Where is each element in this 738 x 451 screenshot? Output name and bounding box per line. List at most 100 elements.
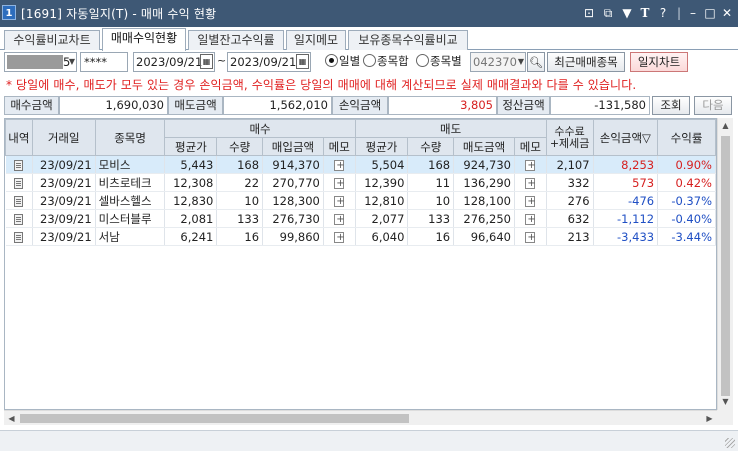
col-sell-qty[interactable]: 수량 bbox=[407, 137, 455, 156]
layout-icon[interactable]: ⊡ bbox=[582, 5, 596, 21]
sell-memo-cell[interactable] bbox=[514, 191, 547, 210]
buy-memo-cell[interactable] bbox=[323, 227, 356, 246]
radio-stock-sum[interactable] bbox=[363, 54, 376, 67]
col-rate[interactable]: 수익률 bbox=[657, 119, 716, 156]
table-row[interactable]: 23/09/21 미스터블루 2,081 133 276,730 2,077 1… bbox=[5, 209, 716, 228]
col-buy-avg[interactable]: 평균가 bbox=[164, 137, 218, 156]
buy-avg-cell: 5,443 bbox=[164, 155, 218, 174]
sell-memo-cell[interactable] bbox=[514, 155, 547, 174]
col-sell-amt[interactable]: 매도금액 bbox=[453, 137, 515, 156]
buy-avg-cell: 12,308 bbox=[164, 173, 218, 192]
sell-qty-cell: 16 bbox=[407, 227, 455, 246]
table-row[interactable]: 23/09/21 서남 6,241 16 99,860 6,040 16 96,… bbox=[5, 227, 716, 246]
memo-add-icon[interactable] bbox=[334, 194, 345, 209]
radio-daily[interactable] bbox=[325, 54, 338, 67]
search-icon: 🔍︎ bbox=[529, 56, 543, 69]
memo-add-icon[interactable] bbox=[334, 230, 345, 245]
title-bar: 1 [1691] 자동일지(T) - 매매 수익 현황 ⊡ ⧉ ▼ T ? | … bbox=[0, 0, 738, 27]
detail-cell[interactable] bbox=[5, 191, 33, 210]
horizontal-scroll-thumb[interactable] bbox=[20, 414, 409, 423]
memo-add-icon[interactable] bbox=[525, 230, 536, 245]
col-buy-qty[interactable]: 수량 bbox=[216, 137, 264, 156]
memo-add-icon[interactable] bbox=[525, 158, 536, 173]
radio-daily-label: 일별 bbox=[339, 54, 361, 68]
next-button[interactable]: 다음 bbox=[694, 96, 732, 115]
table-row[interactable]: 23/09/21 모비스 5,443 168 914,370 5,504 168… bbox=[5, 155, 716, 174]
journal-chart-button[interactable]: 일지차트 bbox=[630, 52, 688, 72]
vertical-scroll-thumb[interactable] bbox=[721, 136, 730, 396]
buy-memo-cell[interactable] bbox=[323, 191, 356, 210]
calendar-icon[interactable]: ▦ bbox=[296, 54, 309, 69]
tab-holdings-return-comparison[interactable]: 보유종목수익률비교 bbox=[348, 30, 468, 50]
tab-trade-profit-status[interactable]: 매매수익현황 bbox=[102, 28, 186, 51]
fee-cell: 332 bbox=[546, 173, 594, 192]
tab-daily-balance-return[interactable]: 일별잔고수익률 bbox=[188, 30, 284, 50]
resize-grip-icon[interactable] bbox=[725, 438, 735, 448]
recent-trades-button[interactable]: 최근매매종목 bbox=[547, 52, 625, 72]
col-buy-amt[interactable]: 매입금액 bbox=[262, 137, 324, 156]
detail-cell[interactable] bbox=[5, 209, 33, 228]
radio-by-stock[interactable] bbox=[416, 54, 429, 67]
tab-journal-memo[interactable]: 일지메모 bbox=[286, 30, 346, 50]
sell-memo-cell[interactable] bbox=[514, 173, 547, 192]
chevron-down-icon[interactable]: ▼ bbox=[518, 53, 524, 71]
buy-amt-cell: 276,730 bbox=[262, 209, 324, 228]
sell-memo-cell[interactable] bbox=[514, 227, 547, 246]
table-row[interactable]: 23/09/21 비츠로테크 12,308 22 270,770 12,390 … bbox=[5, 173, 716, 192]
date-from-field[interactable]: 2023/09/21 ▦ bbox=[133, 52, 215, 72]
memo-add-icon[interactable] bbox=[525, 194, 536, 209]
stock-code-field[interactable]: 042370 ▼ bbox=[470, 52, 526, 72]
buy-memo-cell[interactable] bbox=[323, 209, 356, 228]
password-field[interactable]: **** bbox=[80, 52, 128, 72]
rate-cell: -0.37% bbox=[657, 191, 716, 210]
sell-memo-cell[interactable] bbox=[514, 209, 547, 228]
col-detail[interactable]: 내역 bbox=[5, 119, 33, 156]
vertical-scrollbar[interactable]: ▲ ▼ bbox=[717, 118, 733, 410]
col-sell-memo[interactable]: 메모 bbox=[513, 137, 547, 156]
scroll-left-icon[interactable]: ◀ bbox=[4, 411, 19, 426]
document-icon[interactable] bbox=[14, 159, 24, 171]
memo-add-icon[interactable] bbox=[334, 176, 345, 191]
buy-qty-cell: 133 bbox=[216, 209, 264, 228]
scroll-right-icon[interactable]: ▶ bbox=[702, 411, 717, 426]
detail-cell[interactable] bbox=[5, 227, 33, 246]
query-button[interactable]: 조회 bbox=[652, 96, 690, 115]
sell-qty-cell: 11 bbox=[407, 173, 455, 192]
font-icon[interactable]: T bbox=[638, 5, 652, 21]
name-cell: 비츠로테크 bbox=[95, 173, 166, 192]
col-sell-avg[interactable]: 평균가 bbox=[354, 137, 409, 156]
search-button[interactable]: 🔍︎ bbox=[527, 52, 545, 72]
memo-add-icon[interactable] bbox=[525, 176, 536, 191]
date-to-field[interactable]: 2023/09/21 ▦ bbox=[227, 52, 311, 72]
buy-memo-cell[interactable] bbox=[323, 155, 356, 174]
scroll-up-icon[interactable]: ▲ bbox=[718, 118, 733, 134]
document-icon[interactable] bbox=[14, 195, 24, 207]
maximize-icon[interactable]: □ bbox=[703, 5, 717, 21]
account-select[interactable]: 5 ▼ bbox=[4, 52, 77, 72]
minimize-icon[interactable]: – bbox=[686, 5, 700, 21]
copy-icon[interactable]: ⧉ bbox=[601, 5, 615, 21]
detail-cell[interactable] bbox=[5, 173, 33, 192]
tab-return-comparison-chart[interactable]: 수익률비교차트 bbox=[4, 30, 100, 50]
detail-cell[interactable] bbox=[5, 155, 33, 174]
pl-amount-value: 3,805 bbox=[388, 96, 497, 115]
document-icon[interactable] bbox=[14, 177, 24, 189]
memo-add-icon[interactable] bbox=[525, 212, 536, 227]
scroll-down-icon[interactable]: ▼ bbox=[718, 394, 733, 410]
document-icon[interactable] bbox=[14, 231, 24, 243]
table-row[interactable]: 23/09/21 셀바스헬스 12,830 10 128,300 12,810 … bbox=[5, 191, 716, 210]
close-icon[interactable]: ✕ bbox=[720, 5, 734, 21]
memo-add-icon[interactable] bbox=[334, 158, 345, 173]
col-date[interactable]: 거래일 bbox=[31, 119, 96, 156]
col-pl[interactable]: 손익금액▽ bbox=[592, 119, 659, 156]
memo-add-icon[interactable] bbox=[334, 212, 345, 227]
buy-memo-cell[interactable] bbox=[323, 173, 356, 192]
pin-icon[interactable]: ▼ bbox=[620, 5, 634, 21]
horizontal-scrollbar[interactable]: ◀ ▶ bbox=[4, 410, 717, 425]
col-buy-memo[interactable]: 메모 bbox=[322, 137, 356, 156]
calendar-icon[interactable]: ▦ bbox=[200, 54, 213, 69]
help-icon[interactable]: ? bbox=[656, 5, 670, 21]
document-icon[interactable] bbox=[14, 213, 24, 225]
col-name[interactable]: 종목명 bbox=[94, 119, 166, 156]
col-fee[interactable]: 수수료 +제세금 bbox=[545, 119, 594, 156]
